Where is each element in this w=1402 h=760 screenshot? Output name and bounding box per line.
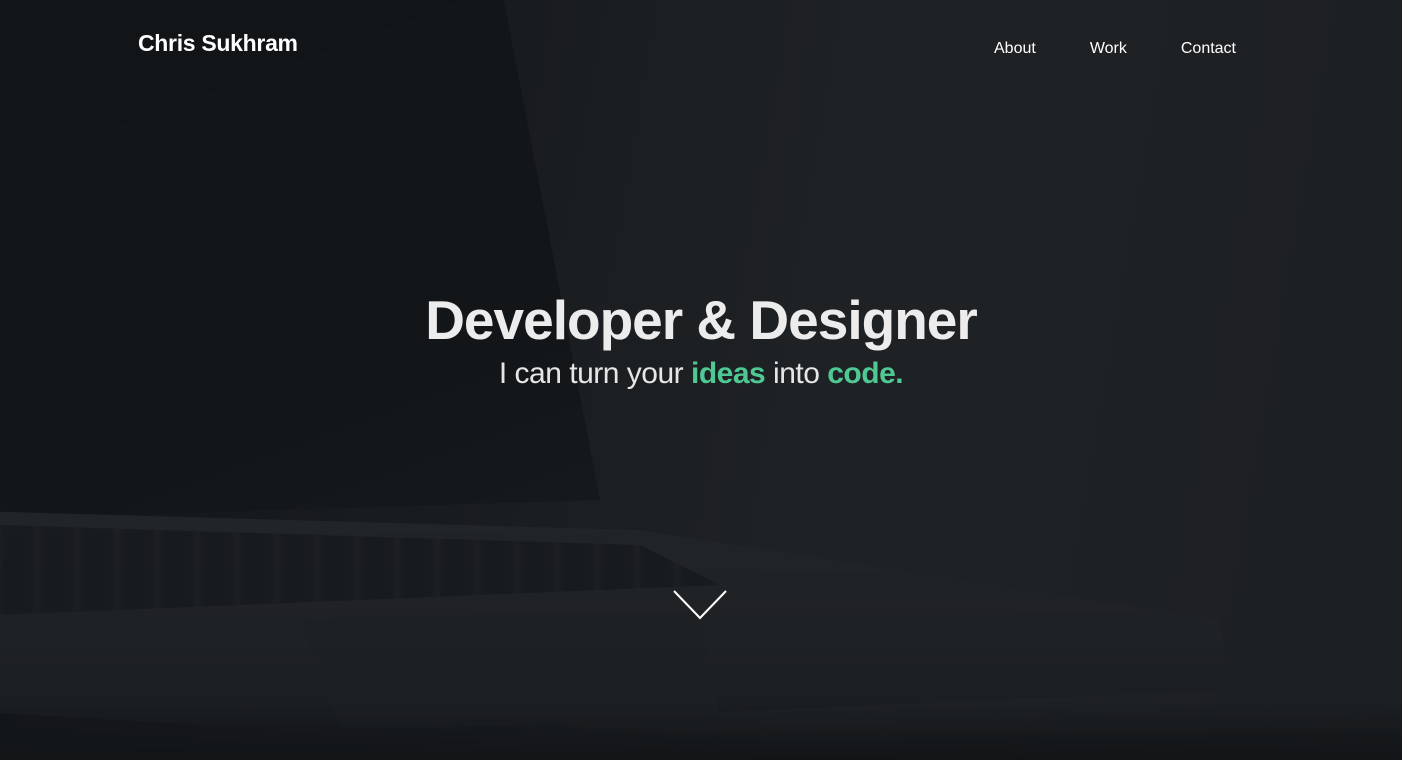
hero-headline: Developer & Designer: [425, 289, 978, 351]
hero-section: Chris Sukhram About Work Contact Develop…: [0, 0, 1402, 760]
tagline-accent-ideas: ideas: [690, 357, 766, 390]
main-nav: About Work Contact: [940, 38, 1236, 60]
nav-link-contact[interactable]: Contact: [1181, 38, 1236, 60]
brand-logo-link[interactable]: Chris Sukhram: [138, 30, 298, 57]
nav-link-about[interactable]: About: [994, 38, 1036, 60]
tagline-accent-code: code.: [827, 357, 904, 390]
tagline-text-1: I can turn your: [498, 357, 691, 390]
hero-tagline: I can turn your ideas into code.: [0, 354, 1402, 394]
scroll-down-button[interactable]: [672, 588, 728, 622]
chevron-down-icon: [673, 590, 727, 620]
nav-link-work[interactable]: Work: [1090, 38, 1127, 60]
tagline-text-2: into: [765, 357, 828, 390]
